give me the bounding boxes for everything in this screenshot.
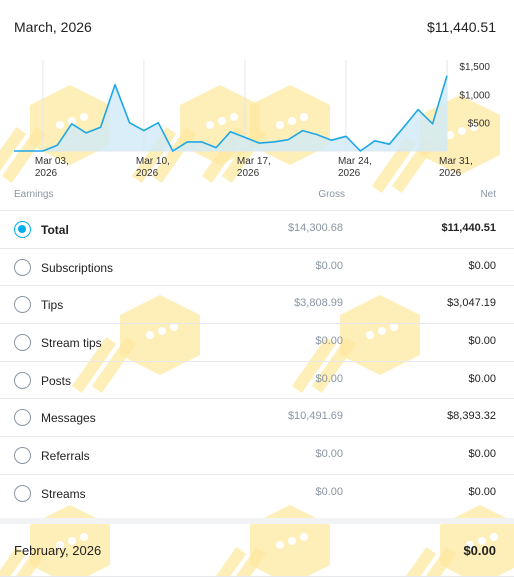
row-label: Messages bbox=[41, 411, 96, 426]
row-gross: $10,491.69 bbox=[287, 410, 343, 423]
chart-x-tick-line: 2026 bbox=[35, 168, 58, 179]
row-label: Streams bbox=[41, 486, 86, 501]
chart-x-tick-label: Mar 03, 2026 bbox=[35, 156, 69, 179]
row-net: $3,047.19 bbox=[447, 297, 496, 310]
radio-subscriptions[interactable] bbox=[14, 258, 31, 276]
row-net: $0.00 bbox=[468, 485, 496, 498]
chart-x-tick-label: Mar 24, 2026 bbox=[338, 156, 372, 179]
row-gross: $14,300.68 bbox=[287, 222, 343, 234]
row-net: $8,393.32 bbox=[447, 410, 496, 423]
chart-x-tick-label: Mar 10, 2026 bbox=[136, 156, 170, 179]
column-net: Net bbox=[480, 189, 496, 200]
radio-tips[interactable] bbox=[14, 296, 31, 314]
chart-x-tick-label: Mar 31, 2026 bbox=[439, 156, 473, 179]
row-net: $0.00 bbox=[468, 335, 496, 348]
row-tips[interactable]: Tips $3,808.99 $3,047.19 bbox=[0, 285, 514, 323]
next-month-header[interactable]: February, 2026 $0.00 bbox=[0, 524, 514, 577]
chart-area bbox=[14, 75, 447, 151]
radio-total[interactable] bbox=[14, 221, 31, 238]
row-label: Posts bbox=[41, 373, 72, 388]
radio-referrals[interactable] bbox=[14, 447, 31, 465]
earnings-list: Total $14,300.68 $11,440.51 Subscription… bbox=[0, 210, 514, 512]
row-net: $0.00 bbox=[468, 259, 496, 272]
month-title: March, 2026 bbox=[14, 19, 92, 35]
row-label: Total bbox=[41, 223, 69, 237]
chart-y-tick-label: $1,000 bbox=[459, 90, 490, 101]
columns-header: Earnings Gross Net bbox=[0, 185, 514, 209]
month-total: $11,440.51 bbox=[426, 19, 496, 35]
row-posts[interactable]: Posts $0.00 $0.00 bbox=[0, 360, 514, 399]
row-net: $0.00 bbox=[468, 448, 496, 461]
column-earnings: Earnings bbox=[14, 189, 54, 200]
row-messages[interactable]: Messages $10,491.69 $8,393.32 bbox=[0, 398, 514, 436]
current-month-header[interactable]: March, 2026 $11,440.51 bbox=[0, 0, 514, 52]
row-gross: $0.00 bbox=[315, 335, 343, 348]
chart-x-tick-line: 2026 bbox=[439, 168, 462, 179]
chart-x-tick-line: 2026 bbox=[136, 168, 159, 179]
row-streams[interactable]: Streams $0.00 $0.00 bbox=[0, 473, 514, 512]
chart-x-tick-line: Mar 10, bbox=[136, 156, 170, 167]
chart-x-tick-line: Mar 31, bbox=[439, 156, 473, 167]
row-label: Referrals bbox=[41, 449, 90, 464]
row-referrals[interactable]: Referrals $0.00 $0.00 bbox=[0, 436, 514, 474]
chart-x-tick-line: 2026 bbox=[338, 168, 361, 179]
row-label: Stream tips bbox=[41, 336, 102, 351]
row-subscriptions[interactable]: Subscriptions $0.00 $0.00 bbox=[0, 247, 514, 286]
earnings-chart: $1,500 $1,000 $500 Mar 03, 2026 Mar 10, 2026 Ma… bbox=[0, 52, 514, 182]
radio-streams[interactable] bbox=[14, 484, 31, 502]
radio-messages[interactable] bbox=[14, 409, 31, 427]
chart-x-tick-line: 2026 bbox=[237, 168, 260, 179]
row-net: $0.00 bbox=[468, 372, 496, 385]
earnings-chart-svg: $1,500$1,000$500Mar 03, 2026Mar 10, 2026Ma… bbox=[14, 60, 491, 179]
chart-y-tick-label: $1,500 bbox=[459, 62, 490, 73]
column-gross: Gross bbox=[318, 189, 345, 200]
chart-y-tick-label: $500 bbox=[468, 119, 491, 130]
row-label: Tips bbox=[41, 298, 64, 313]
radio-stream-tips[interactable] bbox=[14, 334, 31, 352]
chart-x-tick-label: Mar 17, 2026 bbox=[237, 156, 271, 179]
chart-x-tick-line: Mar 17, bbox=[237, 156, 271, 167]
radio-posts[interactable] bbox=[14, 371, 31, 389]
row-total[interactable]: Total $14,300.68 $11,440.51 bbox=[0, 210, 514, 248]
row-gross: $0.00 bbox=[315, 259, 343, 272]
row-gross: $0.00 bbox=[315, 372, 343, 385]
row-label: Subscriptions bbox=[41, 260, 114, 275]
row-gross: $3,808.99 bbox=[294, 297, 343, 310]
next-month-total: $0.00 bbox=[463, 543, 496, 558]
row-net: $11,440.51 bbox=[441, 222, 496, 234]
chart-x-tick-line: Mar 03, bbox=[35, 156, 69, 167]
chart-x-tick-line: Mar 24, bbox=[338, 156, 372, 167]
next-month-title: February, 2026 bbox=[14, 543, 102, 558]
row-gross: $0.00 bbox=[315, 485, 343, 498]
row-stream-tips[interactable]: Stream tips $0.00 $0.00 bbox=[0, 323, 514, 361]
row-gross: $0.00 bbox=[315, 448, 343, 461]
